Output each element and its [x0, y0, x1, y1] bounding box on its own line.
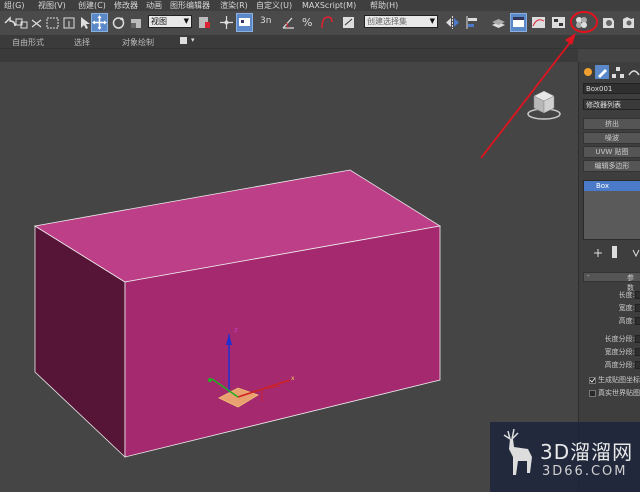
modify-tab-icon[interactable] — [595, 65, 609, 79]
ribbon-toggle-icon[interactable] — [180, 37, 187, 44]
stack-item-box[interactable]: Box — [584, 181, 640, 191]
height-segs-label: 高度分段: — [604, 361, 635, 369]
menu-group[interactable]: 组(G) — [4, 0, 24, 11]
parameters-rollout-header[interactable]: - 参数 — [583, 272, 640, 292]
hierarchy-tab-icon[interactable] — [611, 65, 625, 79]
ribbon-bar: 自由形式 选择 对象绘制 ▾ — [0, 36, 640, 49]
length-spinner[interactable] — [635, 291, 640, 299]
generate-mapping-coords-checkbox[interactable] — [589, 377, 596, 384]
width-segs-spinner[interactable] — [635, 348, 640, 356]
menu-graph-editors[interactable]: 图形编辑器 — [170, 0, 210, 11]
watermark-url: 3D66.COM — [542, 464, 628, 479]
render-setup-icon[interactable] — [600, 13, 617, 32]
noise-button[interactable]: 噪波 — [583, 132, 640, 144]
named-selection-sets-dropdown[interactable]: 创建选择集 ▼ — [364, 15, 438, 28]
ribbon-tab-object-paint[interactable]: 对象绘制 — [122, 37, 154, 48]
material-editor-icon[interactable] — [573, 13, 590, 32]
edit-named-selection-icon[interactable] — [340, 13, 357, 32]
menu-bar: 组(G) 视图(V) 创建(C) 修改器 动画 图形编辑器 渲染(R) 自定义(… — [0, 0, 640, 11]
menu-help[interactable]: 帮助(H) — [370, 0, 398, 11]
curve-editor-icon[interactable] — [530, 13, 547, 32]
schematic-view-icon[interactable] — [550, 13, 567, 32]
length-segs-label: 长度分段: — [604, 335, 635, 343]
menu-create[interactable]: 创建(C) — [78, 0, 106, 11]
rotate-icon[interactable] — [110, 13, 127, 32]
chevron-down-icon: ▼ — [183, 17, 189, 25]
modifier-list-dropdown[interactable]: 修改器列表 — [583, 99, 640, 110]
chevron-down-icon: ▼ — [429, 17, 435, 25]
extrude-button[interactable]: 挤出 — [583, 118, 640, 130]
motion-tab-icon[interactable] — [627, 65, 640, 79]
layer-explorer-icon[interactable] — [490, 13, 507, 32]
deer-logo-icon — [503, 428, 532, 475]
height-spinner[interactable] — [635, 317, 640, 325]
render-frame-window-icon[interactable] — [620, 13, 637, 32]
make-unique-icon[interactable] — [631, 248, 640, 261]
pivot-center-icon[interactable] — [196, 13, 213, 32]
move-tool-button[interactable] — [91, 13, 108, 32]
snap-label: 3n — [260, 16, 272, 26]
spinner-snap-icon[interactable] — [318, 13, 335, 32]
uvw-map-button[interactable]: UVW 贴图 — [583, 146, 640, 158]
pin-stack-icon[interactable] — [593, 248, 603, 261]
scale-icon[interactable] — [128, 13, 145, 32]
toggle-scene-explorer-icon[interactable] — [510, 13, 527, 32]
menu-animation[interactable]: 动画 — [146, 0, 162, 11]
width-spinner[interactable] — [635, 304, 640, 312]
show-end-result-icon[interactable] — [612, 246, 617, 258]
rollout-collapse-icon: - — [587, 272, 590, 280]
ribbon-tab-freeform[interactable]: 自由形式 — [12, 37, 44, 48]
angle-snap-icon[interactable] — [280, 13, 297, 32]
reference-coordinate-dropdown[interactable]: 视图 ▼ — [148, 15, 192, 28]
length-segs-spinner[interactable] — [635, 335, 640, 343]
keyboard-shortcut-override-icon[interactable] — [236, 13, 253, 32]
menu-maxscript[interactable]: MAXScript(M) — [302, 0, 356, 11]
svg-text:%: % — [302, 16, 312, 29]
real-world-map-size-checkbox[interactable] — [589, 390, 596, 397]
svg-text:z: z — [234, 326, 238, 334]
menu-render[interactable]: 渲染(R) — [220, 0, 248, 11]
mirror-icon[interactable] — [444, 13, 461, 32]
create-tab-icon[interactable] — [581, 65, 595, 79]
snap-toggle-icon[interactable]: 3n — [258, 13, 275, 32]
align-icon[interactable] — [464, 13, 481, 32]
modifier-stack[interactable]: Box — [583, 180, 640, 240]
chevron-down-icon[interactable]: ▾ — [191, 36, 195, 44]
select-window-icon[interactable] — [60, 13, 77, 32]
viewcube-icon[interactable] — [522, 80, 566, 122]
main-toolbar: 视图 ▼ 3n % 创建选择集 ▼ — [0, 11, 640, 36]
rect-select-region-icon[interactable] — [44, 13, 61, 32]
watermark: 3D溜溜网 3D66.COM — [490, 422, 640, 492]
width-label: 宽度: — [618, 304, 635, 312]
real-world-map-size-label: 真实世界贴图大小 — [598, 389, 640, 397]
named-selection-placeholder: 创建选择集 — [367, 17, 407, 26]
unlink-icon[interactable] — [28, 13, 45, 32]
reference-coordinate-value: 视图 — [151, 17, 167, 26]
menu-customize[interactable]: 自定义(U) — [256, 0, 292, 11]
object-name-field[interactable]: Box001 — [583, 83, 640, 94]
menu-modifiers[interactable]: 修改器 — [114, 0, 138, 11]
height-segs-spinner[interactable] — [635, 361, 640, 369]
edit-poly-button[interactable]: 编辑多边形 — [583, 160, 640, 172]
length-label: 长度: — [618, 291, 635, 299]
svg-text:x: x — [291, 375, 295, 382]
select-manipulate-icon[interactable] — [218, 13, 235, 32]
ribbon-tab-selection[interactable]: 选择 — [74, 37, 90, 48]
generate-mapping-coords-label: 生成贴图坐标 — [598, 376, 640, 384]
watermark-brand: 3D溜溜网 — [540, 440, 634, 464]
height-label: 高度: — [618, 317, 635, 325]
percent-snap-icon[interactable]: % — [300, 13, 317, 32]
width-segs-label: 宽度分段: — [604, 348, 635, 356]
menu-view[interactable]: 视图(V) — [38, 0, 66, 11]
